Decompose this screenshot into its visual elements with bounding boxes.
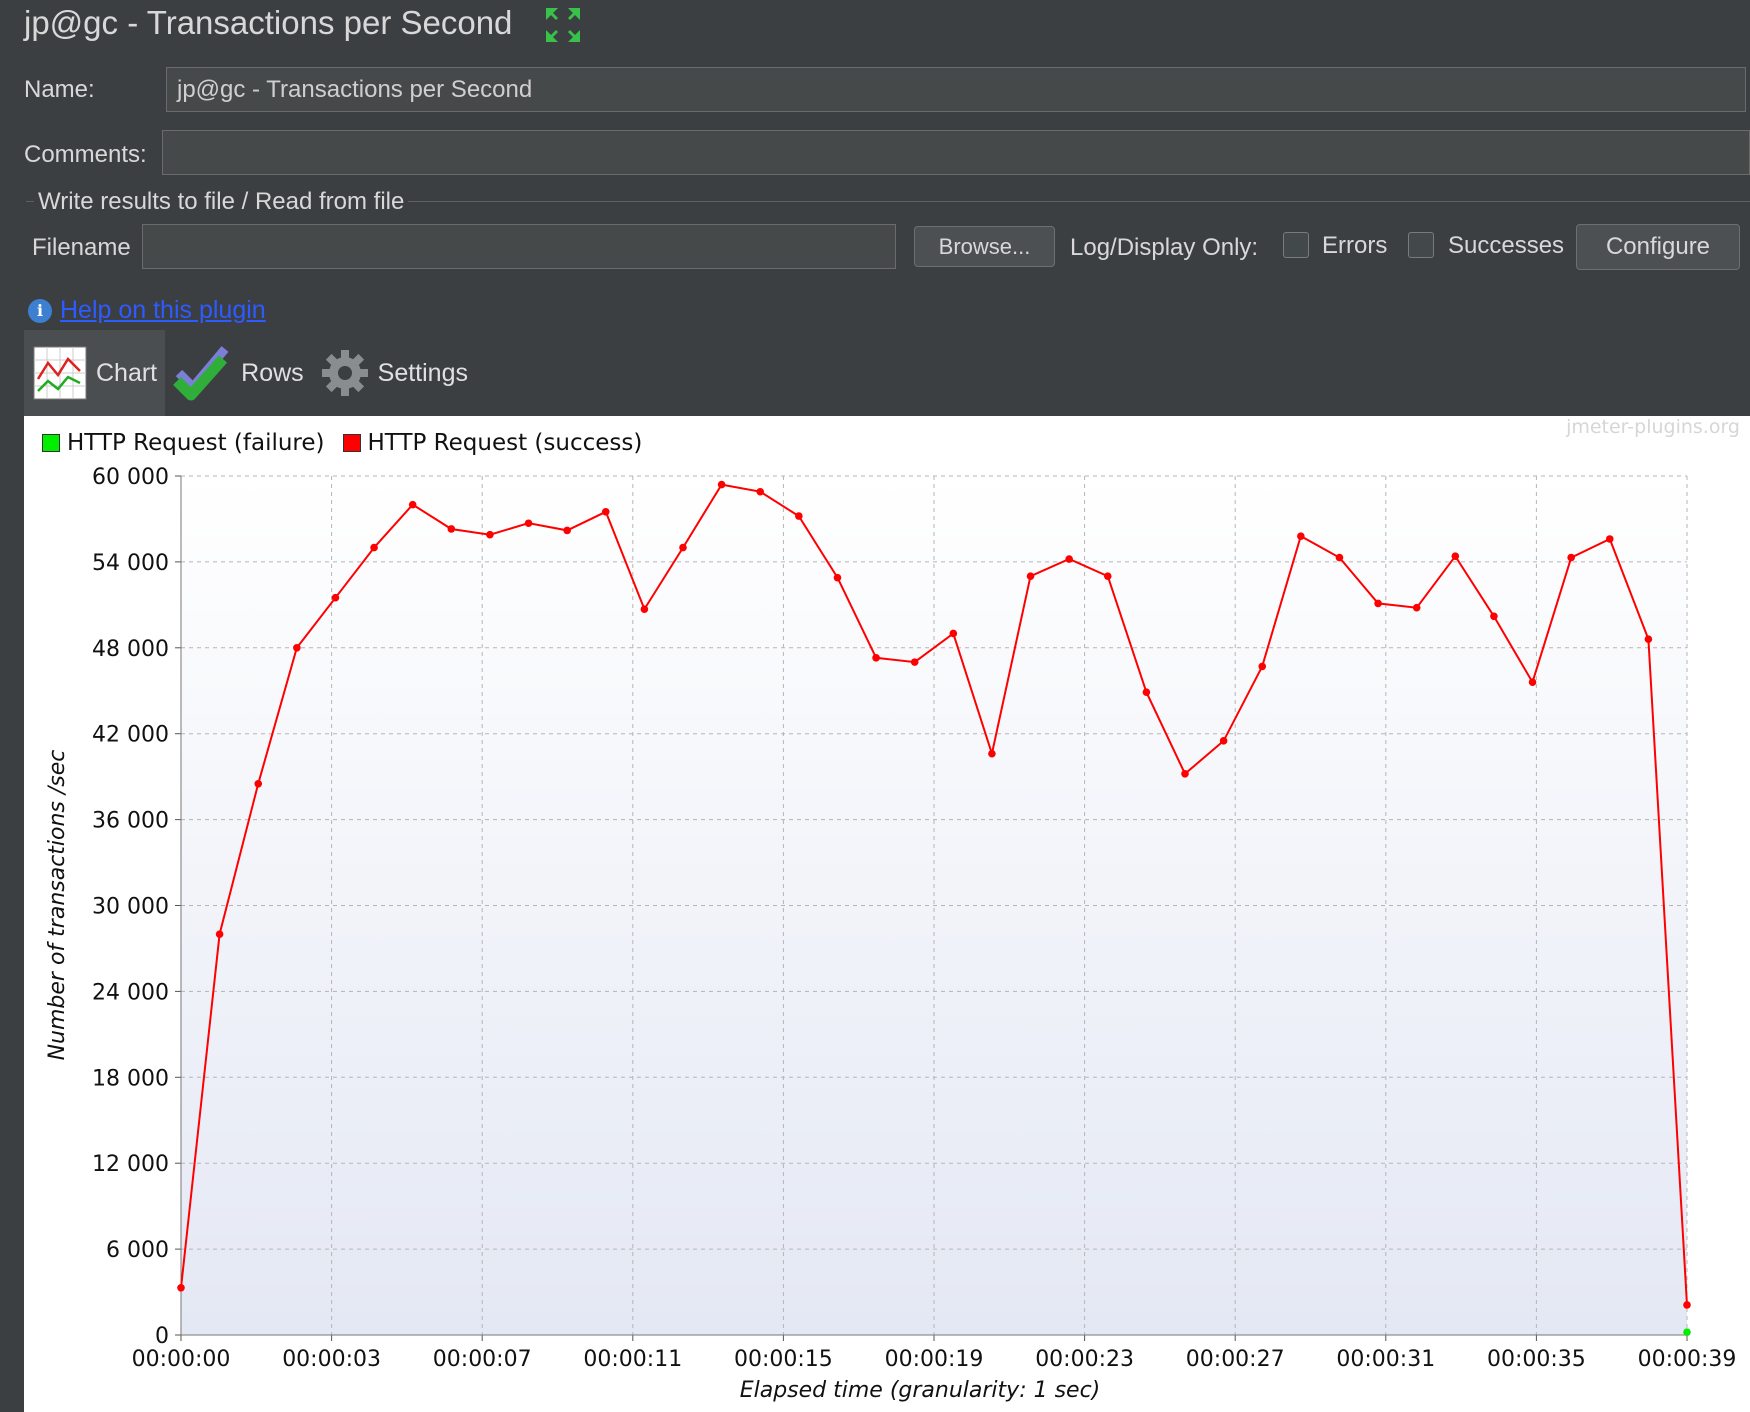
y-tick-label: 18 000 — [92, 1066, 169, 1091]
data-point — [1490, 612, 1498, 621]
data-point — [1219, 737, 1228, 745]
data-point — [1374, 599, 1382, 608]
x-tick-label: 00:00:19 — [885, 1347, 984, 1372]
file-group-title: Write results to file / Read from file — [34, 188, 409, 216]
name-label: Name: — [24, 76, 95, 103]
x-tick-label: 00:00:15 — [734, 1347, 833, 1372]
data-point — [988, 749, 996, 758]
gear-icon — [321, 350, 368, 396]
y-axis-label: Number of transactions /sec — [45, 750, 70, 1061]
data-point — [370, 543, 378, 552]
y-tick-label: 6 000 — [106, 1238, 169, 1263]
window-title: jp@gc - Transactions per Second — [24, 4, 513, 41]
x-tick-label: 00:00:00 — [132, 1347, 231, 1372]
data-point — [254, 780, 263, 788]
filename-field[interactable] — [142, 224, 896, 269]
x-tick-label: 00:00:23 — [1035, 1347, 1134, 1372]
data-point — [1026, 572, 1035, 581]
x-tick-label: 00:00:39 — [1638, 1347, 1737, 1372]
data-point — [756, 487, 765, 496]
help-link-row[interactable]: i Help on this plugin — [28, 296, 266, 325]
browse-button[interactable]: Browse... — [914, 226, 1055, 267]
y-tick-label: 60 000 — [92, 465, 169, 490]
data-point — [1683, 1328, 1691, 1336]
data-point — [833, 573, 842, 582]
data-point — [717, 480, 726, 489]
data-point — [1451, 552, 1460, 560]
data-point — [293, 644, 301, 652]
data-point — [1181, 769, 1189, 778]
successes-checkbox[interactable] — [1408, 232, 1434, 258]
help-link[interactable]: Help on this plugin — [60, 296, 266, 325]
tps-chart: 0 6 000 12 000 18 000 24 000 30 000 36 000 42 0… — [45, 465, 1737, 1403]
data-point — [215, 930, 224, 938]
tab-chart-label: Chart — [96, 358, 158, 387]
x-tick-label: 00:00:27 — [1186, 1347, 1285, 1372]
x-tick-label: 00:00:07 — [433, 1347, 532, 1372]
data-point — [408, 500, 417, 509]
data-point — [795, 512, 803, 520]
data-point — [1683, 1301, 1691, 1309]
data-point — [524, 519, 533, 528]
data-point — [177, 1283, 185, 1292]
data-point — [1528, 678, 1537, 686]
x-tick-label: 00:00:03 — [282, 1347, 381, 1372]
errors-checkbox[interactable] — [1283, 232, 1309, 258]
chart-icon — [33, 346, 87, 400]
errors-label: Errors — [1322, 232, 1388, 259]
data-point — [447, 525, 456, 533]
comments-label: Comments: — [24, 141, 147, 168]
data-point — [1065, 555, 1073, 563]
y-tick-label: 48 000 — [92, 637, 169, 662]
data-point — [1412, 603, 1421, 612]
data-point — [1142, 688, 1151, 696]
comments-field[interactable] — [162, 130, 1750, 175]
checkmark-icon — [173, 346, 229, 401]
tab-settings-label: Settings — [377, 358, 468, 387]
filename-label: Filename — [32, 234, 131, 261]
data-point — [679, 543, 687, 552]
data-point — [331, 593, 340, 602]
tab-bar: Chart Rows Settings — [24, 330, 476, 416]
y-tick-label: 42 000 — [92, 723, 169, 748]
y-tick-label: 36 000 — [92, 809, 169, 834]
data-point — [1297, 532, 1305, 540]
data-point — [910, 658, 919, 666]
data-point — [1335, 553, 1344, 562]
tab-rows[interactable]: Rows — [165, 330, 312, 416]
tab-chart[interactable]: Chart — [24, 330, 166, 416]
successes-label: Successes — [1448, 232, 1565, 259]
configure-button[interactable]: Configure — [1576, 224, 1740, 270]
y-tick-label: 12 000 — [92, 1152, 169, 1177]
data-point — [872, 654, 880, 662]
name-field[interactable]: jp@gc - Transactions per Second — [166, 67, 1746, 112]
y-tick-label: 54 000 — [92, 551, 169, 576]
data-point — [486, 530, 494, 539]
x-tick-label: 00:00:31 — [1336, 1347, 1435, 1372]
x-tick-label: 00:00:35 — [1487, 1347, 1586, 1372]
log-display-label: Log/Display Only: — [1070, 234, 1259, 261]
info-icon: i — [28, 298, 52, 323]
data-point — [1605, 535, 1614, 543]
data-point — [601, 507, 610, 516]
data-point — [1103, 572, 1112, 581]
y-tick-label: 30 000 — [92, 895, 169, 920]
tab-rows-label: Rows — [241, 358, 304, 387]
x-tick-label: 00:00:11 — [583, 1347, 682, 1372]
tab-settings[interactable]: Settings — [312, 330, 476, 416]
x-axis-label: Elapsed time (granularity: 1 sec) — [740, 1378, 1101, 1403]
data-point — [563, 526, 571, 535]
data-point — [1644, 635, 1653, 644]
y-tick-label: 24 000 — [92, 980, 169, 1005]
data-point — [640, 605, 649, 613]
data-point — [1258, 662, 1267, 671]
data-point — [1567, 553, 1575, 562]
expand-icon[interactable] — [544, 6, 582, 44]
data-point — [949, 629, 958, 638]
y-tick-label: 0 — [155, 1324, 169, 1349]
